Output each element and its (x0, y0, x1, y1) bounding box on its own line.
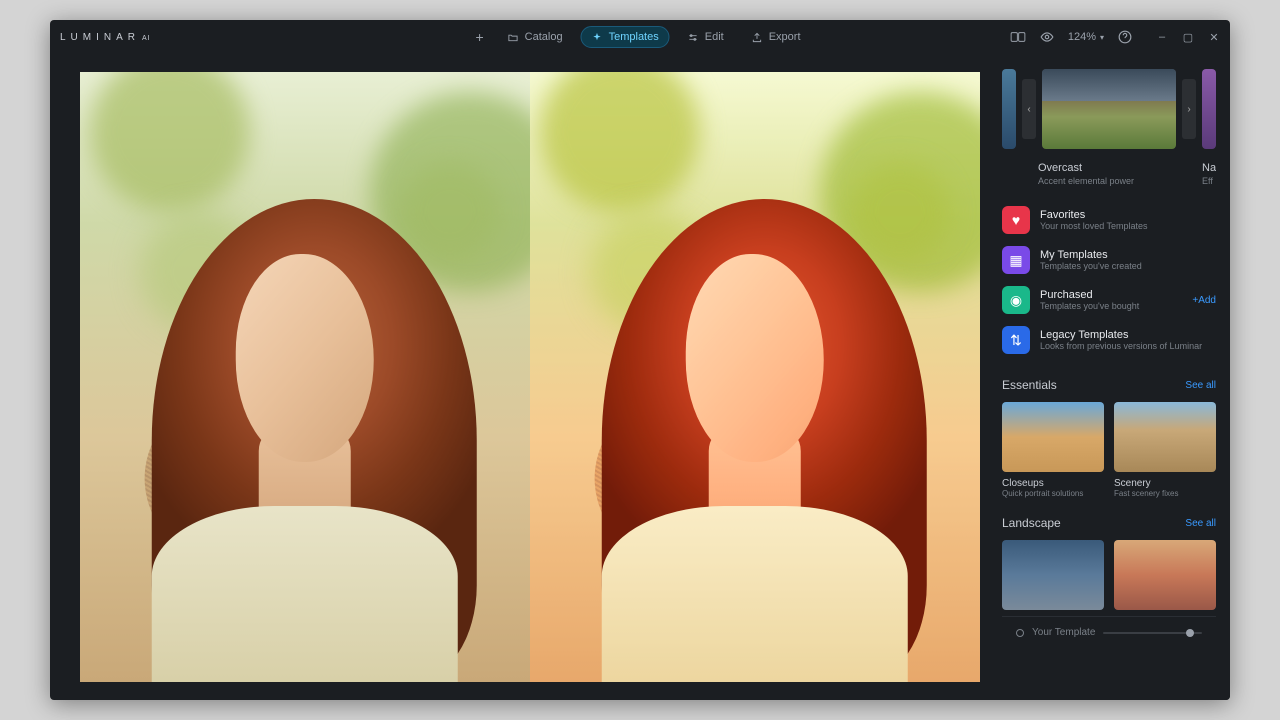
your-template-label: Your Template (1032, 627, 1095, 638)
app-name-suffix: AI (142, 35, 151, 42)
toolbar-center: + Catalog Templates Edit Export (469, 25, 810, 49)
section-title: Landscape (1002, 516, 1061, 530)
carousel-next-button[interactable]: › (1182, 79, 1196, 139)
templates-tab[interactable]: Templates (581, 26, 670, 48)
app-window: LUMINAR AI + Catalog Templates Edit Expo… (50, 20, 1230, 700)
minimize-button[interactable]: – (1156, 31, 1168, 43)
thumb-subtitle: Fast scenery fixes (1114, 489, 1216, 498)
template-landscape-2[interactable] (1114, 540, 1216, 616)
template-landscape-1[interactable] (1002, 540, 1104, 616)
lib-subtitle: Templates you've created (1040, 261, 1216, 271)
help-icon[interactable] (1118, 30, 1132, 44)
carousel-next-subtitle: Eff (1202, 176, 1216, 186)
sliders-icon (688, 32, 699, 43)
sidebar-footer: Your Template (1002, 616, 1216, 648)
carousel-next-peek[interactable] (1202, 69, 1216, 149)
tag-icon: ◉ (1002, 286, 1030, 314)
edit-tab[interactable]: Edit (678, 27, 734, 47)
library-legacy[interactable]: ⇅ Legacy Templates Looks from previous v… (1002, 320, 1216, 360)
main-area: ‹ › Overcast Accent elemental power Na E… (50, 54, 1230, 700)
photo-after (530, 72, 980, 682)
arrows-icon: ⇅ (1002, 326, 1030, 354)
carousel-main-item[interactable] (1042, 69, 1176, 149)
carousel-subtitle: Accent elemental power (1038, 176, 1194, 186)
library-favorites[interactable]: ♥ Favorites Your most loved Templates (1002, 200, 1216, 240)
see-all-link[interactable]: See all (1185, 380, 1216, 391)
close-button[interactable]: ✕ (1208, 31, 1220, 43)
thumbnail-image (1002, 402, 1104, 472)
sparkle-icon (592, 32, 603, 43)
thumbnail-image (1002, 540, 1104, 610)
zoom-control[interactable]: 124% ▾ (1068, 31, 1104, 43)
thumbnail-image (1114, 402, 1216, 472)
toolbar-right: 124% ▾ – ▢ ✕ (1010, 30, 1220, 44)
lib-subtitle: Templates you've bought (1040, 301, 1182, 311)
templates-label: Templates (609, 31, 659, 43)
eye-icon[interactable] (1040, 30, 1054, 44)
catalog-tab[interactable]: Catalog (498, 27, 573, 47)
lib-subtitle: Your most loved Templates (1040, 221, 1216, 231)
canvas[interactable] (50, 54, 998, 700)
template-scenery[interactable]: Scenery Fast scenery fixes (1114, 402, 1216, 498)
section-essentials: Essentials See all Closeups Quick portra… (1002, 378, 1216, 498)
export-icon (752, 32, 763, 43)
app-name-text: LUMINAR (60, 32, 140, 43)
template-indicator-icon (1016, 629, 1024, 637)
lib-title: My Templates (1040, 249, 1216, 261)
titlebar: LUMINAR AI + Catalog Templates Edit Expo… (50, 20, 1230, 54)
see-all-link[interactable]: See all (1185, 518, 1216, 529)
lib-title: Favorites (1040, 209, 1216, 221)
section-landscape: Landscape See all (1002, 516, 1216, 616)
carousel-prev-peek[interactable] (1002, 69, 1016, 149)
lib-subtitle: Looks from previous versions of Luminar (1040, 341, 1216, 351)
heart-icon: ♥ (1002, 206, 1030, 234)
export-label: Export (769, 31, 801, 43)
chevron-down-icon: ▾ (1100, 33, 1104, 42)
catalog-label: Catalog (525, 31, 563, 43)
lib-title: Legacy Templates (1040, 329, 1216, 341)
photo-before (80, 72, 530, 682)
carousel-prev-button[interactable]: ‹ (1022, 79, 1036, 139)
thumb-title: Closeups (1002, 478, 1104, 489)
thumbnail-image (1114, 540, 1216, 610)
zoom-value: 124% (1068, 31, 1096, 43)
add-link[interactable]: +Add (1192, 295, 1216, 306)
carousel-text: Overcast Accent elemental power Na Eff (1002, 162, 1216, 186)
intensity-slider[interactable] (1103, 632, 1202, 634)
sidebar: ‹ › Overcast Accent elemental power Na E… (998, 54, 1230, 700)
export-tab[interactable]: Export (742, 27, 811, 47)
library-purchased[interactable]: ◉ Purchased Templates you've bought +Add (1002, 280, 1216, 320)
app-name: LUMINAR AI (60, 32, 151, 43)
thumb-title: Scenery (1114, 478, 1216, 489)
carousel-next-title: Na (1202, 162, 1216, 174)
thumb-subtitle: Quick portrait solutions (1002, 489, 1104, 498)
library-my-templates[interactable]: ▦ My Templates Templates you've created (1002, 240, 1216, 280)
maximize-button[interactable]: ▢ (1182, 31, 1194, 43)
window-controls: – ▢ ✕ (1156, 31, 1220, 43)
folder-icon (508, 32, 519, 43)
compare-icon[interactable] (1010, 32, 1026, 42)
edit-label: Edit (705, 31, 724, 43)
template-closeups[interactable]: Closeups Quick portrait solutions (1002, 402, 1104, 498)
grid-icon: ▦ (1002, 246, 1030, 274)
plus-icon[interactable]: + (469, 25, 489, 49)
section-title: Essentials (1002, 378, 1057, 392)
carousel-title: Overcast (1038, 162, 1194, 174)
lib-title: Purchased (1040, 289, 1182, 301)
template-carousel: ‹ › (1002, 64, 1216, 154)
